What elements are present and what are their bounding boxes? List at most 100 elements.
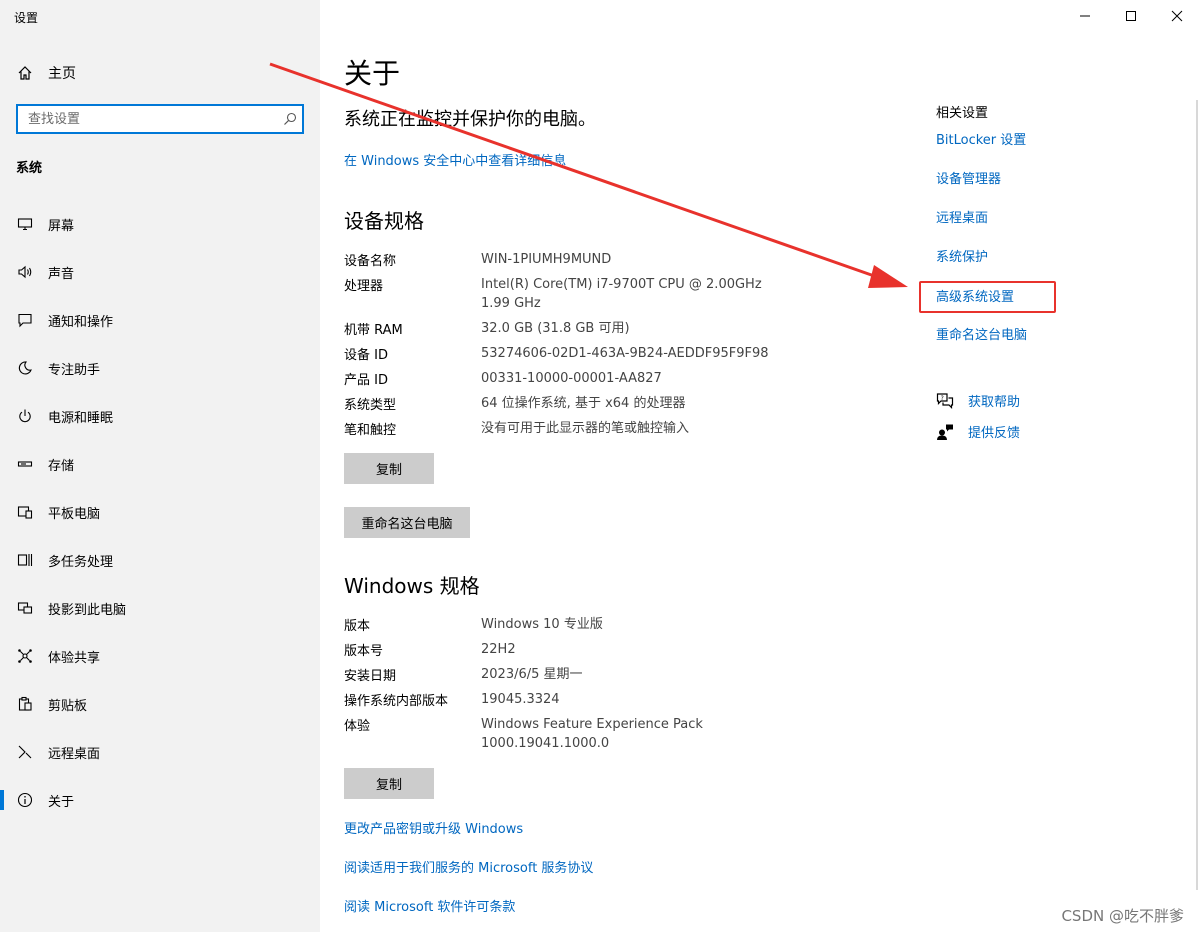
notification-icon — [16, 311, 34, 329]
home-nav[interactable]: 主页 — [16, 63, 76, 83]
get-help-label: 获取帮助 — [968, 395, 1021, 410]
scrollbar[interactable] — [1196, 100, 1198, 890]
remote-desktop-icon — [16, 743, 34, 761]
minimize-icon — [1079, 7, 1091, 26]
sidebar-item-label: 声音 — [48, 266, 75, 282]
monitor-icon — [16, 215, 34, 233]
multitask-icon — [16, 551, 34, 569]
windows-specs-heading: Windows 规格 — [344, 574, 480, 598]
sidebar-item-remote-desktop[interactable]: 远程桌面 — [0, 728, 320, 776]
give-feedback-label: 提供反馈 — [968, 426, 1021, 441]
page-title: 关于 — [344, 57, 401, 90]
spec-value: WIN-1PIUMH9MUND — [481, 252, 612, 267]
remote-desktop-link[interactable]: 远程桌面 — [936, 207, 988, 226]
help-chat-icon: ? — [936, 392, 954, 410]
device-specs-heading: 设备规格 — [344, 209, 424, 233]
spec-value: Windows Feature Experience Pack 1000.190… — [481, 717, 703, 751]
service-agreement-link[interactable]: 阅读适用于我们服务的 Microsoft 服务协议 — [344, 857, 593, 876]
rename-pc-link[interactable]: 重命名这台电脑 — [936, 324, 1027, 343]
sidebar-item-label: 专注助手 — [48, 362, 101, 378]
sidebar-item-label: 远程桌面 — [48, 746, 101, 762]
close-button[interactable] — [1154, 0, 1200, 32]
spec-value: 64 位操作系统, 基于 x64 的处理器 — [481, 396, 686, 411]
speaker-icon — [16, 263, 34, 281]
rename-pc-button[interactable]: 重命名这台电脑 — [344, 507, 470, 538]
spec-key: 系统类型 — [344, 398, 397, 413]
sidebar-item-display[interactable]: 屏幕 — [0, 200, 320, 248]
protection-status: 系统正在监控并保护你的电脑。 — [344, 109, 596, 130]
sidebar-item-about[interactable]: 关于 — [0, 776, 320, 824]
spec-key: 机带 RAM — [344, 323, 403, 338]
home-icon — [16, 64, 34, 82]
svg-text:?: ? — [941, 395, 944, 402]
sidebar-item-label: 平板电脑 — [48, 506, 101, 522]
security-center-link[interactable]: 在 Windows 安全中心中查看详细信息 — [344, 150, 566, 169]
sidebar-item-label: 体验共享 — [48, 650, 101, 666]
license-terms-link[interactable]: 阅读 Microsoft 软件许可条款 — [344, 896, 515, 915]
search-box[interactable] — [16, 104, 304, 134]
spec-key: 设备 ID — [344, 348, 388, 363]
sidebar-item-label: 电源和睡眠 — [48, 410, 114, 426]
section-title: 系统 — [16, 161, 43, 176]
spec-key: 设备名称 — [344, 254, 397, 269]
highlight-box — [919, 281, 1056, 313]
moon-icon — [16, 359, 34, 377]
share-icon — [16, 647, 34, 665]
get-help-link[interactable]: ? 获取帮助 — [936, 391, 1020, 410]
sidebar-item-label: 存储 — [48, 458, 75, 474]
spec-value: 32.0 GB (31.8 GB 可用) — [481, 321, 630, 336]
sidebar-item-tablet[interactable]: 平板电脑 — [0, 488, 320, 536]
maximize-button[interactable] — [1108, 0, 1154, 32]
spec-value: 没有可用于此显示器的笔或触控输入 — [481, 421, 690, 436]
sidebar-item-sound[interactable]: 声音 — [0, 248, 320, 296]
close-icon — [1171, 7, 1183, 26]
feedback-icon — [936, 423, 954, 441]
sidebar-item-label: 剪贴板 — [48, 698, 88, 714]
bitlocker-settings-link[interactable]: BitLocker 设置 — [936, 129, 1026, 148]
device-manager-link[interactable]: 设备管理器 — [936, 168, 1001, 187]
spec-key: 版本 — [344, 619, 371, 634]
sidebar-item-label: 屏幕 — [48, 218, 75, 234]
sidebar-item-multitasking[interactable]: 多任务处理 — [0, 536, 320, 584]
spec-value: 2023/6/5 星期一 — [481, 667, 583, 682]
system-protection-link[interactable]: 系统保护 — [936, 246, 988, 265]
sidebar-item-notifications[interactable]: 通知和操作 — [0, 296, 320, 344]
nav-list: 屏幕 声音 通知和操作 专注助手 电源和睡眠 存储 平板电脑 多任务处理 投影到… — [0, 200, 320, 824]
window-title: 设置 — [14, 11, 39, 25]
storage-icon — [16, 455, 34, 473]
sidebar-item-storage[interactable]: 存储 — [0, 440, 320, 488]
sidebar-item-focus-assist[interactable]: 专注助手 — [0, 344, 320, 392]
maximize-icon — [1125, 7, 1137, 26]
sidebar-item-label: 多任务处理 — [48, 554, 114, 570]
sidebar-item-shared-experiences[interactable]: 体验共享 — [0, 632, 320, 680]
sidebar-item-label: 通知和操作 — [48, 314, 114, 330]
copy-windows-specs-button[interactable]: 复制 — [344, 768, 434, 799]
spec-key: 笔和触控 — [344, 423, 397, 438]
search-icon[interactable] — [278, 107, 302, 131]
spec-value: Windows 10 专业版 — [481, 617, 603, 632]
tablet-icon — [16, 503, 34, 521]
sidebar-item-clipboard[interactable]: 剪贴板 — [0, 680, 320, 728]
home-label: 主页 — [48, 66, 76, 82]
give-feedback-link[interactable]: 提供反馈 — [936, 422, 1020, 441]
project-icon — [16, 599, 34, 617]
sidebar-item-project[interactable]: 投影到此电脑 — [0, 584, 320, 632]
spec-key: 操作系统内部版本 — [344, 694, 449, 709]
minimize-button[interactable] — [1062, 0, 1108, 32]
power-icon — [16, 407, 34, 425]
search-input[interactable] — [18, 107, 278, 131]
change-product-key-link[interactable]: 更改产品密钥或升级 Windows — [344, 818, 523, 837]
spec-value: Intel(R) Core(TM) i7-9700T CPU @ 2.00GHz… — [481, 277, 762, 311]
spec-key: 体验 — [344, 719, 371, 734]
spec-value: 19045.3324 — [481, 692, 560, 707]
sidebar-item-power-sleep[interactable]: 电源和睡眠 — [0, 392, 320, 440]
copy-device-specs-button[interactable]: 复制 — [344, 453, 434, 484]
clipboard-icon — [16, 695, 34, 713]
sidebar: 设置 主页 系统 屏幕 声音 通知和操作 专注助手 — [0, 0, 320, 932]
spec-key: 产品 ID — [344, 373, 388, 388]
watermark: CSDN @吃不胖爹 — [1061, 907, 1184, 925]
sidebar-item-label: 关于 — [48, 794, 75, 810]
related-settings-heading: 相关设置 — [936, 106, 989, 121]
spec-value: 22H2 — [481, 642, 516, 657]
spec-key: 处理器 — [344, 279, 384, 294]
